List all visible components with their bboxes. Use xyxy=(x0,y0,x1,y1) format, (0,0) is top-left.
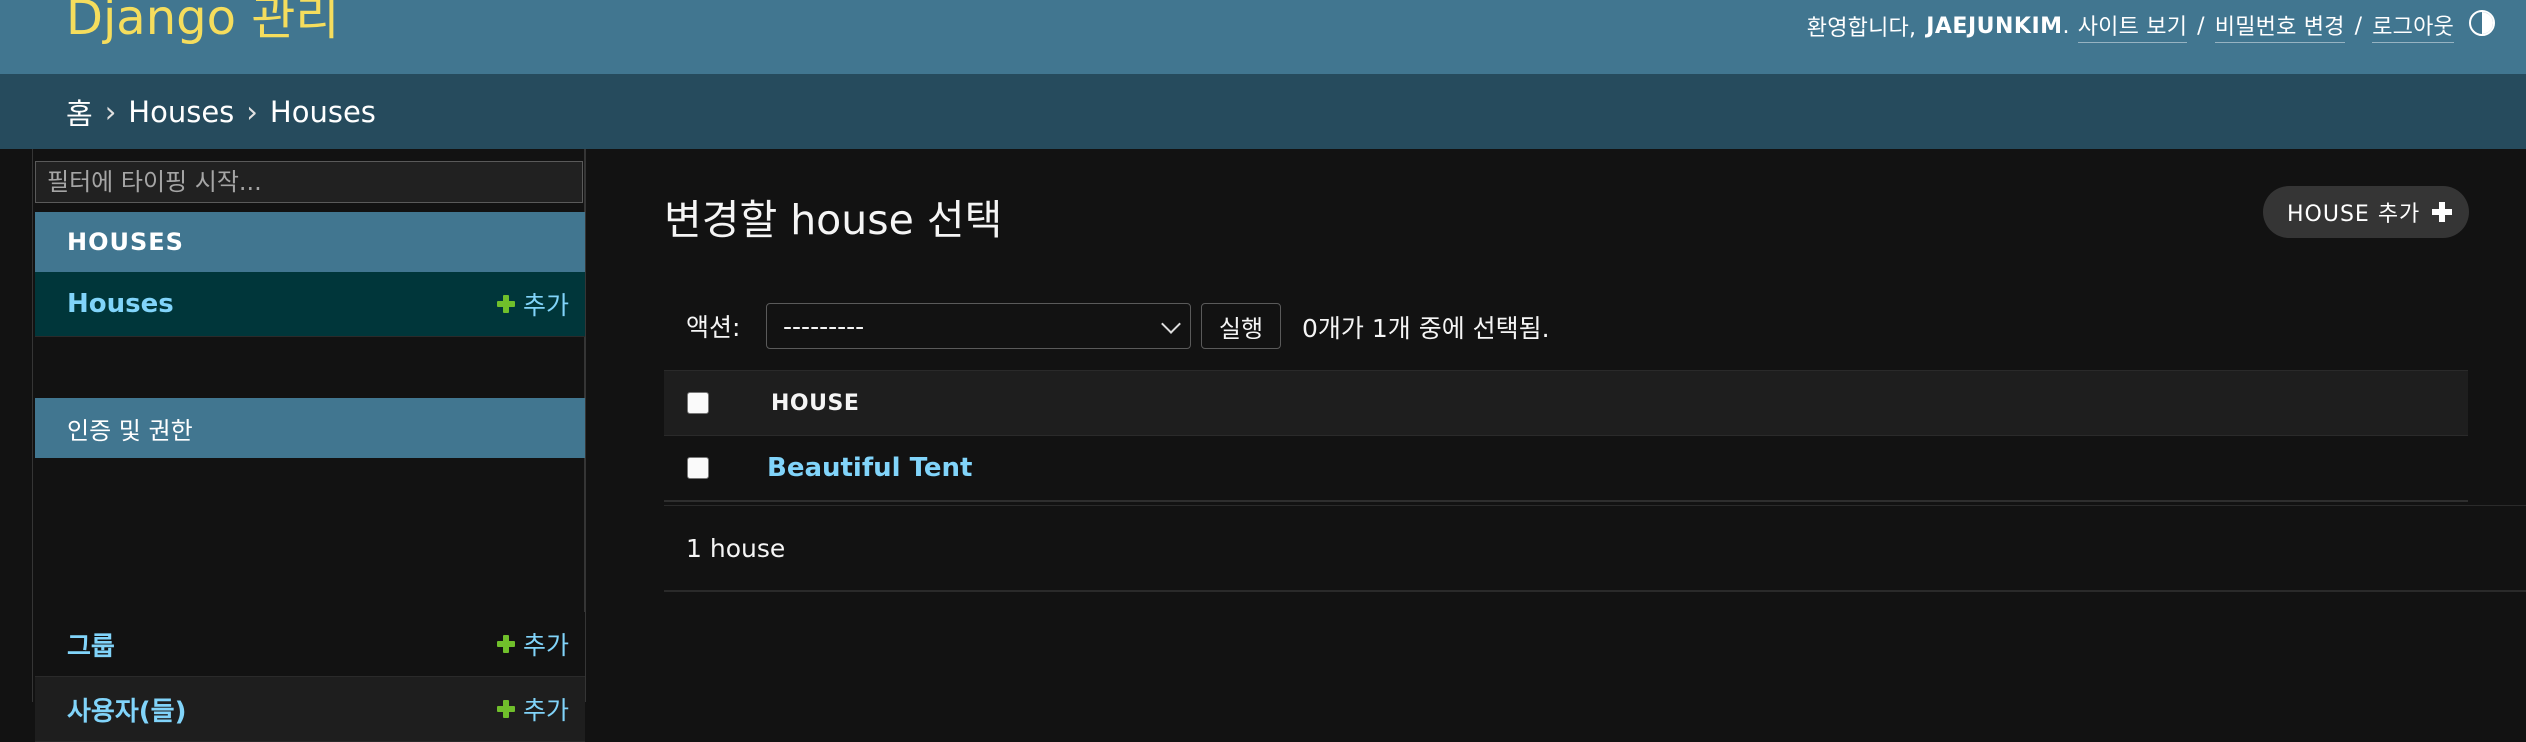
breadcrumb-separator: › xyxy=(246,94,258,129)
breadcrumb: 홈 › Houses › Houses xyxy=(0,74,2526,149)
add-label: 추가 xyxy=(522,631,569,660)
sidebar-add-link[interactable]: 추가 xyxy=(496,691,569,727)
sidebar-model-link[interactable]: Houses xyxy=(67,289,174,319)
app-caption-auth[interactable]: 인증 및 권한 xyxy=(35,398,585,458)
app-caption-label: 인증 및 권한 xyxy=(67,416,193,445)
paginator-count: 1 house xyxy=(686,533,786,563)
breadcrumb-app-link[interactable]: Houses xyxy=(128,95,234,129)
plus-icon xyxy=(496,635,515,653)
site-branding-link[interactable]: Django 관리 xyxy=(66,0,340,42)
welcome-text: 환영합니다, xyxy=(1806,16,1917,41)
separator: / xyxy=(2354,13,2363,39)
sidebar-model-link[interactable]: 사용자(들) xyxy=(67,691,186,728)
nav-sidebar: HOUSES Houses 추가 인증 및 권한 그룹 추가 사용자(들) 추가 xyxy=(32,149,586,742)
add-label: 추가 xyxy=(522,291,569,320)
nav-filter-input[interactable] xyxy=(35,161,583,203)
chevron-down-icon xyxy=(1161,314,1181,334)
sidebar-add-link[interactable]: 추가 xyxy=(496,626,569,662)
action-counter: 0개가 1개 중에 선택됨. xyxy=(1302,314,1550,343)
table-header: HOUSE xyxy=(664,370,2468,436)
change-password-link[interactable]: 비밀번호 변경 xyxy=(2214,9,2345,43)
row-link[interactable]: Beautiful Tent xyxy=(767,453,973,483)
theme-toggle-icon[interactable] xyxy=(2469,10,2495,36)
plus-icon xyxy=(496,295,515,313)
table-row: Beautiful Tent xyxy=(664,436,2468,502)
logout-link[interactable]: 로그아웃 xyxy=(2372,9,2454,43)
breadcrumb-separator: › xyxy=(104,94,117,129)
site-header: Django 관리 환영합니다, JAEJUNKIM . 사이트 보기 / 비밀… xyxy=(0,0,2526,74)
sidebar-item-houses: Houses 추가 xyxy=(35,272,585,337)
sidebar-item-users: 사용자(들) 추가 xyxy=(35,677,585,742)
separator: / xyxy=(2197,13,2205,39)
plus-icon xyxy=(496,700,515,718)
paginator: 1 house xyxy=(664,505,2526,592)
add-house-label: HOUSE 추가 xyxy=(2287,202,2421,227)
app-caption-label: HOUSES xyxy=(67,228,184,256)
breadcrumb-home-link[interactable]: 홈 xyxy=(66,91,93,133)
result-list-table: HOUSE Beautiful Tent xyxy=(664,370,2468,502)
username: JAEJUNKIM xyxy=(1926,13,2063,39)
sidebar-add-link[interactable]: 추가 xyxy=(496,286,569,322)
plus-icon xyxy=(2432,202,2453,222)
period-text: . xyxy=(2062,13,2070,39)
column-header-house[interactable]: HOUSE xyxy=(771,391,859,416)
add-label: 추가 xyxy=(522,696,569,725)
page-title: 변경할 house 선택 xyxy=(664,196,1003,244)
add-house-button[interactable]: HOUSE 추가 xyxy=(2263,186,2469,238)
select-all-checkbox[interactable] xyxy=(687,392,709,414)
sidebar-item-groups: 그룹 추가 xyxy=(35,612,585,677)
breadcrumb-current: Houses xyxy=(269,94,376,129)
action-label: 액션: xyxy=(686,313,741,342)
action-go-button[interactable]: 실행 xyxy=(1201,303,1281,349)
user-tools: 환영합니다, JAEJUNKIM . 사이트 보기 / 비밀번호 변경 / 로그… xyxy=(1807,9,2454,43)
row-checkbox[interactable] xyxy=(687,457,709,479)
action-select-value: --------- xyxy=(783,311,865,341)
app-caption-houses[interactable]: HOUSES xyxy=(35,212,585,272)
action-select[interactable]: --------- xyxy=(766,303,1191,349)
view-site-link[interactable]: 사이트 보기 xyxy=(2077,9,2188,43)
actions-bar: 액션: --------- 실행 0개가 1개 중에 선택됨. xyxy=(664,300,2468,352)
sidebar-model-link[interactable]: 그룹 xyxy=(67,626,115,663)
